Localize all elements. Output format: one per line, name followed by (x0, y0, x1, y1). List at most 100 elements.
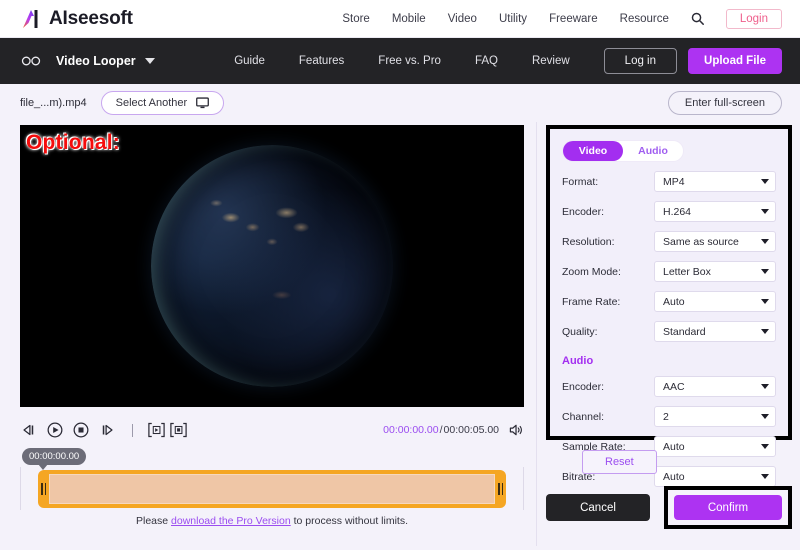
setting-row-quality: Quality: Standard (562, 321, 776, 342)
label-encoder-audio: Encoder: (562, 380, 605, 393)
stop-icon[interactable] (72, 421, 90, 439)
controls-divider (132, 423, 133, 437)
settings-pane: Video Audio Format: MP4 Encoder: H.264 R… (536, 122, 800, 546)
app-nav-links: Guide Features Free vs. Pro FAQ Review (234, 55, 569, 67)
label-frame-rate: Frame Rate: (562, 295, 621, 308)
nav-item-free-vs-pro[interactable]: Free vs. Pro (378, 55, 441, 67)
select-channel[interactable]: 2 (654, 406, 776, 427)
cancel-button[interactable]: Cancel (546, 494, 650, 521)
aiseesoft-logo-icon (23, 9, 38, 28)
confirm-button-highlight: Confirm (664, 486, 792, 529)
top-nav-item-video[interactable]: Video (448, 13, 477, 25)
value-bitrate: Auto (663, 470, 685, 483)
mark-out-bracket-icon[interactable] (169, 422, 188, 438)
chevron-down-icon (761, 209, 769, 214)
playback-controls: 00:00:00.00 / 00:00:05.00 (20, 414, 524, 446)
nav-item-review[interactable]: Review (532, 55, 570, 67)
chevron-down-icon[interactable] (144, 58, 155, 64)
trim-range-track[interactable] (38, 470, 506, 508)
chevron-down-icon (761, 269, 769, 274)
value-quality: Standard (663, 325, 706, 338)
top-nav-item-freeware[interactable]: Freeware (549, 13, 598, 25)
label-channel: Channel: (562, 410, 605, 423)
upload-file-button[interactable]: Upload File (688, 48, 782, 74)
select-resolution[interactable]: Same as source (654, 231, 776, 252)
select-another-button[interactable]: Select Another (100, 91, 225, 115)
trim-range-fill (49, 474, 495, 504)
infinity-loop-icon[interactable] (20, 54, 42, 68)
earth-globe-graphic (151, 145, 393, 387)
reset-button[interactable]: Reset (582, 450, 657, 474)
previous-frame-icon[interactable] (20, 421, 38, 439)
chevron-down-icon (761, 474, 769, 479)
enter-fullscreen-button[interactable]: Enter full-screen (667, 91, 782, 115)
brand-logo[interactable]: AIseesoft (20, 7, 133, 31)
top-nav-item-mobile[interactable]: Mobile (392, 13, 426, 25)
select-sample-rate[interactable]: Auto (654, 436, 776, 457)
trim-timeline[interactable]: 00:00:00.00 (20, 448, 524, 510)
timeline-right-edge (523, 467, 524, 510)
product-name: Video Looper (56, 54, 136, 68)
chevron-down-icon (761, 329, 769, 334)
mark-in-bracket-icon[interactable] (147, 422, 166, 438)
select-format[interactable]: MP4 (654, 171, 776, 192)
trim-handle-right-icon[interactable] (495, 470, 506, 508)
total-time: 00:00:05.00 (443, 424, 499, 436)
select-encoder-audio[interactable]: AAC (654, 376, 776, 397)
top-nav-item-utility[interactable]: Utility (499, 13, 527, 25)
confirm-button[interactable]: Confirm (674, 495, 782, 520)
chevron-down-icon (761, 179, 769, 184)
top-nav-item-resource[interactable]: Resource (620, 13, 669, 25)
play-icon[interactable] (46, 421, 64, 439)
nav-item-features[interactable]: Features (299, 55, 344, 67)
chevron-down-icon (761, 444, 769, 449)
chevron-down-icon (761, 384, 769, 389)
trim-handle-left-icon[interactable] (38, 470, 49, 508)
setting-row-zoom-mode: Zoom Mode: Letter Box (562, 261, 776, 282)
pro-note-after: to process without limits. (290, 515, 408, 527)
time-display: 00:00:00.00 / 00:00:05.00 (383, 423, 524, 437)
value-frame-rate: Auto (663, 295, 685, 308)
export-settings-panel: Video Audio Format: MP4 Encoder: H.264 R… (546, 125, 792, 487)
setting-row-channel: Channel: 2 (562, 406, 776, 427)
value-encoder-video: H.264 (663, 205, 692, 218)
label-zoom-mode: Zoom Mode: (562, 265, 621, 278)
select-encoder-video[interactable]: H.264 (654, 201, 776, 222)
pro-version-note: Please download the Pro Version to proce… (20, 515, 524, 527)
video-preview[interactable]: Optional: (20, 125, 524, 407)
audio-section-title: Audio (562, 355, 594, 367)
select-zoom-mode[interactable]: Letter Box (654, 261, 776, 282)
select-bitrate[interactable]: Auto (654, 466, 776, 487)
optional-overlay-label: Optional: (26, 131, 120, 154)
chevron-down-icon (761, 239, 769, 244)
select-frame-rate[interactable]: Auto (654, 291, 776, 312)
tab-audio[interactable]: Audio (623, 141, 683, 161)
chevron-down-icon (761, 414, 769, 419)
pro-version-link[interactable]: download the Pro Version (171, 515, 291, 527)
monitor-icon (196, 97, 210, 109)
setting-row-encoder-audio: Encoder: AAC (562, 376, 776, 397)
next-frame-icon[interactable] (98, 421, 116, 439)
chevron-down-icon (761, 299, 769, 304)
top-nav-item-store[interactable]: Store (342, 13, 370, 25)
file-toolbar: file_...m).mp4 Select Another Enter full… (0, 84, 800, 122)
volume-icon[interactable] (509, 423, 524, 437)
top-nav: Store Mobile Video Utility Freeware Reso… (342, 8, 782, 29)
app-login-button[interactable]: Log in (603, 48, 678, 74)
search-icon[interactable] (691, 12, 704, 25)
time-separator: / (439, 424, 443, 436)
nav-item-guide[interactable]: Guide (234, 55, 265, 67)
video-audio-tab-group: Video Audio (562, 140, 684, 162)
app-nav-actions: Log in Upload File (603, 48, 782, 74)
nav-item-faq[interactable]: FAQ (475, 55, 498, 67)
tab-video[interactable]: Video (563, 141, 623, 161)
setting-row-resolution: Resolution: Same as source (562, 231, 776, 252)
select-quality[interactable]: Standard (654, 321, 776, 342)
setting-row-frame-rate: Frame Rate: Auto (562, 291, 776, 312)
value-sample-rate: Auto (663, 440, 685, 453)
pro-note-before: Please (136, 515, 172, 527)
value-resolution: Same as source (663, 235, 739, 248)
value-channel: 2 (663, 410, 669, 423)
login-button[interactable]: Login (725, 8, 782, 29)
setting-row-encoder-video: Encoder: H.264 (562, 201, 776, 222)
